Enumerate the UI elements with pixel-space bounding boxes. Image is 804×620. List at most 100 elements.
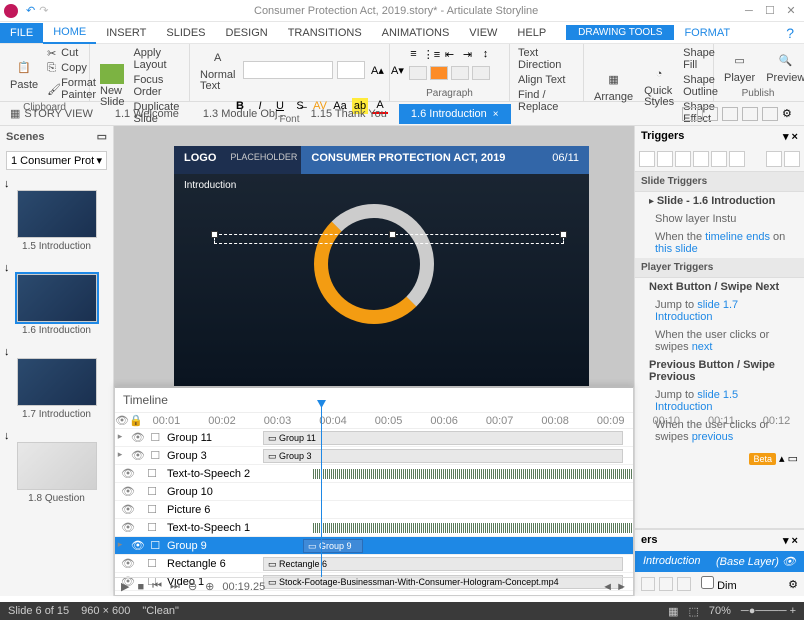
eye-icon[interactable]: 👁 bbox=[121, 467, 135, 480]
lock-icon[interactable]: ☐ bbox=[147, 467, 157, 480]
stop-button[interactable]: ■ bbox=[137, 581, 144, 593]
doc-tab-4[interactable]: 1.6 Introduction× bbox=[399, 104, 511, 124]
timeline-row[interactable]: 👁☐Rectangle 6▭ Rectangle 6 bbox=[115, 555, 633, 573]
trigger-jump2[interactable]: Jump to slide 1.5 Introduction bbox=[635, 386, 804, 416]
bullets-button[interactable]: ≡ bbox=[406, 46, 422, 62]
view-mode-icon[interactable]: ▦ bbox=[668, 605, 678, 618]
tab-animations[interactable]: ANIMATIONS bbox=[372, 23, 460, 43]
eye-icon[interactable]: 👁 bbox=[121, 521, 135, 534]
trigger-cond2[interactable]: When the user clicks or swipes next bbox=[635, 326, 804, 356]
device-laptop-icon[interactable] bbox=[702, 107, 718, 121]
tab-transitions[interactable]: TRANSITIONS bbox=[278, 23, 372, 43]
text-direction-button[interactable]: Text Direction bbox=[516, 46, 577, 72]
timeline-bar[interactable]: ▭ Group 9 bbox=[303, 539, 363, 553]
tab-format[interactable]: FORMAT bbox=[674, 23, 740, 43]
tab-view[interactable]: VIEW bbox=[459, 23, 507, 43]
tab-design[interactable]: DESIGN bbox=[216, 23, 278, 43]
fit-icon[interactable]: ⬚ bbox=[688, 605, 698, 618]
timeline-bar[interactable]: ▭ Rectangle 6 bbox=[263, 557, 623, 571]
timeline-row[interactable]: 👁☐Text-to-Speech 1 bbox=[115, 519, 633, 537]
align-justify-button[interactable] bbox=[472, 66, 490, 80]
dup-layer-icon[interactable] bbox=[659, 577, 673, 591]
doc-tab-2[interactable]: 1.3 Module Obj... bbox=[191, 104, 299, 124]
eye-icon[interactable]: 👁 bbox=[121, 485, 135, 498]
indent-dec-button[interactable]: ⇤ bbox=[442, 46, 458, 62]
zoom-in-button[interactable]: ⊕ bbox=[205, 580, 214, 593]
device-tablet2-icon[interactable] bbox=[742, 107, 758, 121]
align-right-button[interactable] bbox=[451, 66, 469, 80]
slide-thumb-selected[interactable] bbox=[17, 274, 97, 322]
doc-tab-3[interactable]: 1.15 Thank You bbox=[299, 104, 399, 124]
delete-trigger-icon[interactable] bbox=[711, 151, 727, 167]
zoom-out-button[interactable]: ⊖ bbox=[188, 580, 197, 593]
preview-button[interactable]: 🔍Preview bbox=[762, 48, 804, 86]
device-phone-icon[interactable] bbox=[762, 107, 778, 121]
numbering-button[interactable]: ⋮≡ bbox=[424, 46, 440, 62]
trigger-action[interactable]: Show layer Instu bbox=[635, 210, 804, 228]
layers-collapse-icon[interactable]: ▾ × bbox=[783, 534, 798, 547]
timeline-row[interactable]: 👁☐Text-to-Speech 2 bbox=[115, 465, 633, 483]
lock-icon[interactable]: ☐ bbox=[150, 431, 160, 444]
font-size-input[interactable] bbox=[337, 61, 365, 79]
trigger-slide-item[interactable]: ▸ Slide - 1.6 Introduction bbox=[635, 192, 804, 210]
expand-icon[interactable]: ▸ bbox=[118, 449, 123, 462]
dim-checkbox[interactable] bbox=[701, 576, 714, 589]
trigger-next[interactable]: Next Button / Swipe Next bbox=[635, 278, 804, 296]
layer-gear-icon[interactable]: ⚙ bbox=[788, 578, 798, 591]
eye-column-icon[interactable]: 👁 bbox=[115, 414, 129, 427]
slide-thumb[interactable] bbox=[17, 442, 97, 490]
paste-button[interactable]: 📋Paste bbox=[6, 55, 42, 93]
tab-file[interactable]: FILE bbox=[0, 23, 43, 43]
align-center-button[interactable] bbox=[430, 66, 448, 80]
tab-help[interactable]: HELP bbox=[507, 23, 556, 43]
trigger-condition[interactable]: When the timeline ends on this slide bbox=[635, 228, 804, 258]
player-button[interactable]: ▭Player bbox=[720, 48, 759, 86]
slide-thumb[interactable] bbox=[17, 358, 97, 406]
timeline-scroll[interactable]: ◄ ► bbox=[602, 581, 627, 593]
redo-icon[interactable]: ↷ bbox=[39, 4, 48, 17]
find-replace-button[interactable]: Find / Replace bbox=[516, 88, 577, 114]
align-text-button[interactable]: Align Text bbox=[516, 73, 568, 87]
scenes-menu-icon[interactable]: ▭ bbox=[97, 130, 107, 143]
timeline-bar[interactable]: ▭ Group 3 bbox=[263, 449, 623, 463]
device-tablet-icon[interactable] bbox=[722, 107, 738, 121]
story-view-tab[interactable]: ▦ STORY VIEW bbox=[0, 103, 103, 124]
focus-order-button[interactable]: Focus Order bbox=[131, 73, 183, 99]
playhead[interactable] bbox=[321, 404, 322, 577]
undo-icon[interactable]: ↶ bbox=[26, 4, 35, 17]
selection-box[interactable] bbox=[214, 234, 564, 244]
timeline-bar[interactable]: ▭ Group 11 bbox=[263, 431, 623, 445]
arrange-button[interactable]: ▦Arrange bbox=[590, 67, 637, 105]
doc-tab-1[interactable]: 1.1 Welcome bbox=[103, 104, 191, 124]
add-layer-icon[interactable] bbox=[641, 577, 655, 591]
font-family-input[interactable] bbox=[243, 61, 333, 79]
eye-icon[interactable]: 👁 bbox=[131, 449, 145, 462]
slide-thumb[interactable] bbox=[17, 190, 97, 238]
device-desktop-icon[interactable] bbox=[682, 107, 698, 121]
timeline-row[interactable]: ▸👁☐Group 11▭ Group 11 bbox=[115, 429, 633, 447]
quick-styles-button[interactable]: ◔Quick Styles bbox=[640, 62, 678, 110]
lock-icon[interactable]: ☐ bbox=[147, 521, 157, 534]
gear-icon[interactable]: ⚙ bbox=[782, 107, 798, 121]
line-spacing-button[interactable]: ↕ bbox=[478, 46, 494, 62]
base-layer-row[interactable]: Introduction(Base Layer) 👁 bbox=[635, 551, 804, 572]
help-icon[interactable]: ? bbox=[776, 25, 804, 41]
scene-selector[interactable]: 1 Consumer Prot▾ bbox=[6, 151, 107, 170]
audio-waveform[interactable] bbox=[313, 469, 633, 479]
beta-collapse-icon[interactable]: ▴ ▭ bbox=[779, 453, 798, 465]
apply-layout-button[interactable]: Apply Layout bbox=[131, 46, 183, 72]
maximize-icon[interactable]: ☐ bbox=[761, 4, 779, 17]
play-button[interactable]: ▶ bbox=[121, 580, 129, 593]
panel-collapse-icon[interactable]: ▾ × bbox=[783, 130, 798, 143]
normal-text-button[interactable]: ANormal Text bbox=[196, 46, 239, 94]
eye-icon[interactable]: 👁 bbox=[121, 503, 135, 516]
timeline-row[interactable]: ▸👁☐Group 9▭ Group 9 bbox=[115, 537, 633, 555]
tab-home[interactable]: HOME bbox=[43, 22, 96, 44]
tab-insert[interactable]: INSERT bbox=[96, 23, 156, 43]
paste-trigger-icon[interactable] bbox=[693, 151, 709, 167]
copy-trigger-icon[interactable] bbox=[675, 151, 691, 167]
grow-font-icon[interactable]: A▴ bbox=[369, 62, 385, 78]
lock-column-icon[interactable]: 🔒 bbox=[129, 414, 143, 427]
resize-handle[interactable] bbox=[389, 231, 396, 238]
manage-icon[interactable] bbox=[784, 151, 800, 167]
